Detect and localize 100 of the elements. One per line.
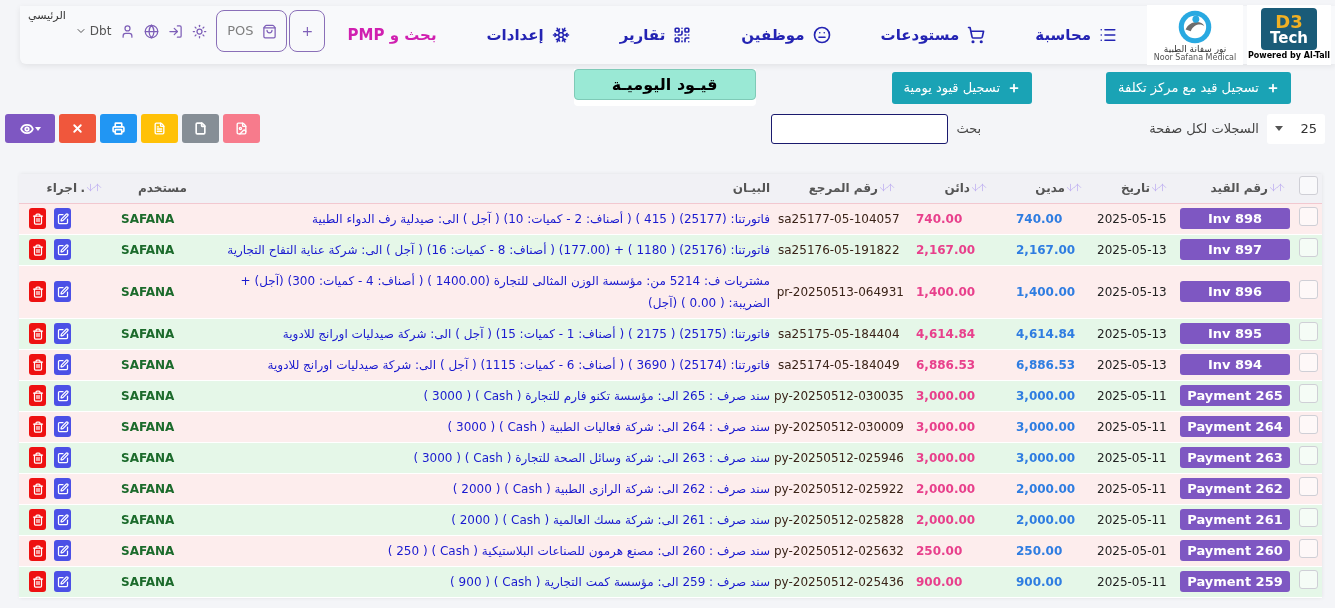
close-button[interactable] (59, 114, 96, 143)
date-cell: 2025-05-13 (1097, 326, 1167, 341)
column-header[interactable]: البيـان (732, 179, 770, 198)
search-field[interactable] (771, 113, 949, 144)
delete-button[interactable] (29, 478, 46, 499)
description-cell: سند صرف : 264 الى: شركة فعاليات الطبية ( Cash ) ( 3000 ) (447, 419, 770, 434)
menu-link[interactable]: مستودعات (880, 23, 986, 47)
row-checkbox[interactable] (1298, 414, 1318, 434)
column-visibility-button[interactable] (5, 114, 55, 143)
row-checkbox[interactable] (1298, 206, 1318, 226)
trash-icon (31, 544, 44, 557)
column-header[interactable]: دائن (944, 178, 970, 197)
description-cell: سند صرف : 261 الى: شركة مسك العالمية ( Cash ) ( 2000 ) (451, 512, 770, 527)
menu-link[interactable]: إعدادات (486, 23, 570, 47)
entry-number-badge[interactable]: Payment 260 (1180, 540, 1290, 561)
row-checkbox[interactable] (1298, 237, 1318, 257)
entry-number-badge[interactable]: Payment 259 (1180, 571, 1290, 592)
edit-button[interactable] (54, 208, 71, 229)
delete-button[interactable] (29, 416, 46, 437)
edit-button[interactable] (54, 571, 71, 592)
menu-link[interactable]: تقارير (619, 23, 692, 47)
entry-number-badge[interactable]: Inv 896 (1180, 281, 1290, 302)
edit-icon (56, 327, 69, 340)
row-checkbox[interactable] (1298, 476, 1318, 496)
column-header[interactable]: رقم القيد (1210, 178, 1268, 197)
edit-button[interactable] (54, 354, 71, 375)
column-header[interactable]: . (80, 178, 85, 197)
entry-number-badge[interactable]: Inv 897 (1180, 239, 1290, 260)
login-icon[interactable] (168, 23, 184, 39)
row-checkbox[interactable] (1298, 507, 1318, 527)
edit-button[interactable] (54, 385, 71, 406)
edit-button[interactable] (54, 447, 71, 468)
trash-icon (31, 482, 44, 495)
delete-button[interactable] (29, 281, 46, 302)
column-header[interactable]: مدين (1035, 178, 1065, 197)
excel-export-button[interactable] (182, 114, 219, 143)
edit-button[interactable] (54, 416, 71, 437)
menu-link[interactable]: محاسبة (1035, 23, 1117, 47)
row-checkbox[interactable] (1298, 383, 1318, 403)
user-cell: SAFANA (121, 543, 175, 558)
credit-cell: 900.00 (916, 574, 963, 589)
delete-button[interactable] (29, 354, 46, 375)
delete-button[interactable] (29, 571, 46, 592)
row-checkbox[interactable] (1298, 538, 1318, 558)
plus-icon (1008, 82, 1021, 94)
page-size-select[interactable]: 25 (1267, 113, 1325, 144)
row-checkbox[interactable] (1298, 569, 1318, 589)
description-cell: سند صرف : 260 الى: مصنع هرمون للصناعات البلاستيكية ( Cash ) ( 250 ) (387, 543, 770, 558)
menu-link[interactable]: بحث و PMP (347, 23, 437, 47)
delete-button[interactable] (29, 540, 46, 561)
entry-number-badge[interactable]: Payment 265 (1180, 385, 1290, 406)
entry-number-badge[interactable]: Payment 262 (1180, 478, 1290, 499)
reference-cell: py-20250512-025828 (773, 512, 904, 527)
home-link[interactable]: الرئيسي (28, 8, 66, 25)
trash-icon (31, 389, 44, 402)
delete-button[interactable] (29, 323, 46, 344)
delete-button[interactable] (29, 385, 46, 406)
user-icon[interactable] (120, 23, 136, 39)
entry-number-badge[interactable]: Inv 898 (1180, 208, 1290, 229)
menu-link[interactable]: موظفين (741, 23, 831, 47)
edit-button[interactable] (54, 478, 71, 499)
pdf-export-button[interactable] (223, 114, 260, 143)
row-checkbox[interactable] (1298, 352, 1318, 372)
column-header[interactable]: اجراء (46, 179, 77, 198)
add-button[interactable]: + (289, 10, 326, 52)
page-size-label: السجلات لكل صفحة (1149, 119, 1259, 138)
edit-button[interactable] (54, 540, 71, 561)
pos-button[interactable]: POS (216, 10, 288, 52)
credit-cell: 740.00 (916, 211, 963, 226)
user-menu[interactable]: Dbt (74, 22, 112, 40)
row-checkbox[interactable] (1298, 279, 1318, 299)
edit-button[interactable] (54, 281, 71, 302)
column-header[interactable]: مستخدم (138, 179, 187, 198)
delete-button[interactable] (29, 509, 46, 530)
globe-icon[interactable] (144, 23, 160, 39)
entry-number-badge[interactable]: Payment 263 (1180, 447, 1290, 468)
entry-number-badge[interactable]: Payment 264 (1180, 416, 1290, 437)
trash-icon (31, 327, 44, 340)
sun-icon[interactable] (192, 23, 208, 39)
row-checkbox[interactable] (1298, 176, 1318, 196)
edit-icon (56, 575, 69, 588)
print-button[interactable] (100, 114, 137, 143)
edit-button[interactable] (54, 239, 71, 260)
delete-button[interactable] (29, 208, 46, 229)
entry-number-badge[interactable]: Inv 895 (1180, 323, 1290, 344)
entry-number-badge[interactable]: Payment 261 (1180, 509, 1290, 530)
delete-button[interactable] (29, 239, 46, 260)
date-cell: 2025-05-01 (1097, 543, 1167, 558)
row-checkbox[interactable] (1298, 445, 1318, 465)
delete-button[interactable] (29, 447, 46, 468)
cart-icon (967, 26, 986, 44)
date-cell: 2025-05-11 (1097, 481, 1167, 496)
edit-button[interactable] (54, 323, 71, 344)
entry-number-badge[interactable]: Inv 894 (1180, 354, 1290, 375)
credit-cell: 6,886.53 (916, 357, 976, 372)
row-checkbox[interactable] (1298, 321, 1318, 341)
column-header[interactable]: رقم المرجع (808, 178, 878, 197)
column-header[interactable]: تاريخ (1120, 178, 1150, 197)
edit-button[interactable] (54, 509, 71, 530)
face-icon (812, 26, 831, 44)
